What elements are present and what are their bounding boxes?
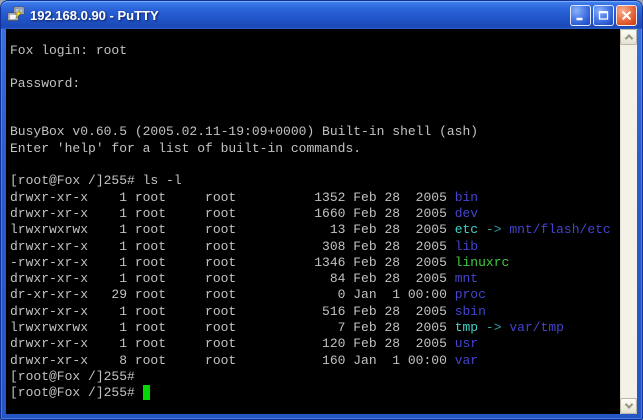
- terminal-line: -rwxr-xr-x 1 root root 1346 Feb 28 2005 …: [10, 255, 616, 271]
- terminal-line: [root@Fox /]255#: [10, 385, 616, 401]
- terminal-line: Enter 'help' for a list of built-in comm…: [10, 141, 616, 157]
- window-title: 192.168.0.90 - PuTTY: [30, 8, 570, 23]
- minimize-icon: [574, 9, 587, 22]
- scroll-down-button[interactable]: [620, 398, 637, 414]
- terminal-line: drwxr-xr-x 1 root root 1660 Feb 28 2005 …: [10, 206, 616, 222]
- close-button[interactable]: [616, 5, 637, 26]
- terminal-line: lrwxrwxrwx 1 root root 7 Feb 28 2005 tmp…: [10, 320, 616, 336]
- terminal-line: [10, 157, 616, 173]
- maximize-button[interactable]: [593, 5, 614, 26]
- terminal-cursor: [143, 385, 151, 400]
- terminal-line: [10, 108, 616, 124]
- terminal-line: drwxr-xr-x 1 root root 308 Feb 28 2005 l…: [10, 239, 616, 255]
- terminal-scrollbar: [620, 29, 637, 414]
- terminal-line: [root@Fox /]255# ls -l: [10, 173, 616, 189]
- minimize-button[interactable]: [570, 5, 591, 26]
- terminal-line: BusyBox v0.60.5 (2005.02.11-19:09+0000) …: [10, 124, 616, 140]
- maximize-icon: [597, 9, 610, 22]
- terminal-line: drwxr-xr-x 1 root root 84 Feb 28 2005 mn…: [10, 271, 616, 287]
- window-controls: [570, 5, 637, 26]
- chevron-down-icon: [624, 400, 632, 408]
- terminal-line: Fox login: root: [10, 43, 616, 59]
- terminal-line: [10, 59, 616, 75]
- titlebar[interactable]: 192.168.0.90 - PuTTY: [1, 1, 642, 29]
- scroll-up-button[interactable]: [620, 29, 637, 45]
- terminal-line: [10, 92, 616, 108]
- terminal-line: drwxr-xr-x 1 root root 120 Feb 28 2005 u…: [10, 336, 616, 352]
- terminal-line: dr-xr-xr-x 29 root root 0 Jan 1 00:00 pr…: [10, 287, 616, 303]
- terminal-line: drwxr-xr-x 1 root root 516 Feb 28 2005 s…: [10, 304, 616, 320]
- terminal-line: [root@Fox /]255#: [10, 369, 616, 385]
- putty-app-icon[interactable]: [7, 6, 25, 24]
- terminal-line: Password:: [10, 76, 616, 92]
- terminal-line: lrwxrwxrwx 1 root root 13 Feb 28 2005 et…: [10, 222, 616, 238]
- close-icon: [620, 9, 633, 22]
- terminal-line: drwxr-xr-x 1 root root 1352 Feb 28 2005 …: [10, 190, 616, 206]
- terminal-area: Fox login: root Password: BusyBox v0.60.…: [6, 29, 637, 414]
- scrollbar-track[interactable]: [620, 45, 637, 398]
- terminal-line: drwxr-xr-x 8 root root 160 Jan 1 00:00 v…: [10, 353, 616, 369]
- putty-window: 192.168.0.90 - PuTTY Fox login: root Pas…: [0, 0, 643, 420]
- terminal-screen[interactable]: Fox login: root Password: BusyBox v0.60.…: [6, 29, 620, 414]
- chevron-up-icon: [624, 34, 632, 42]
